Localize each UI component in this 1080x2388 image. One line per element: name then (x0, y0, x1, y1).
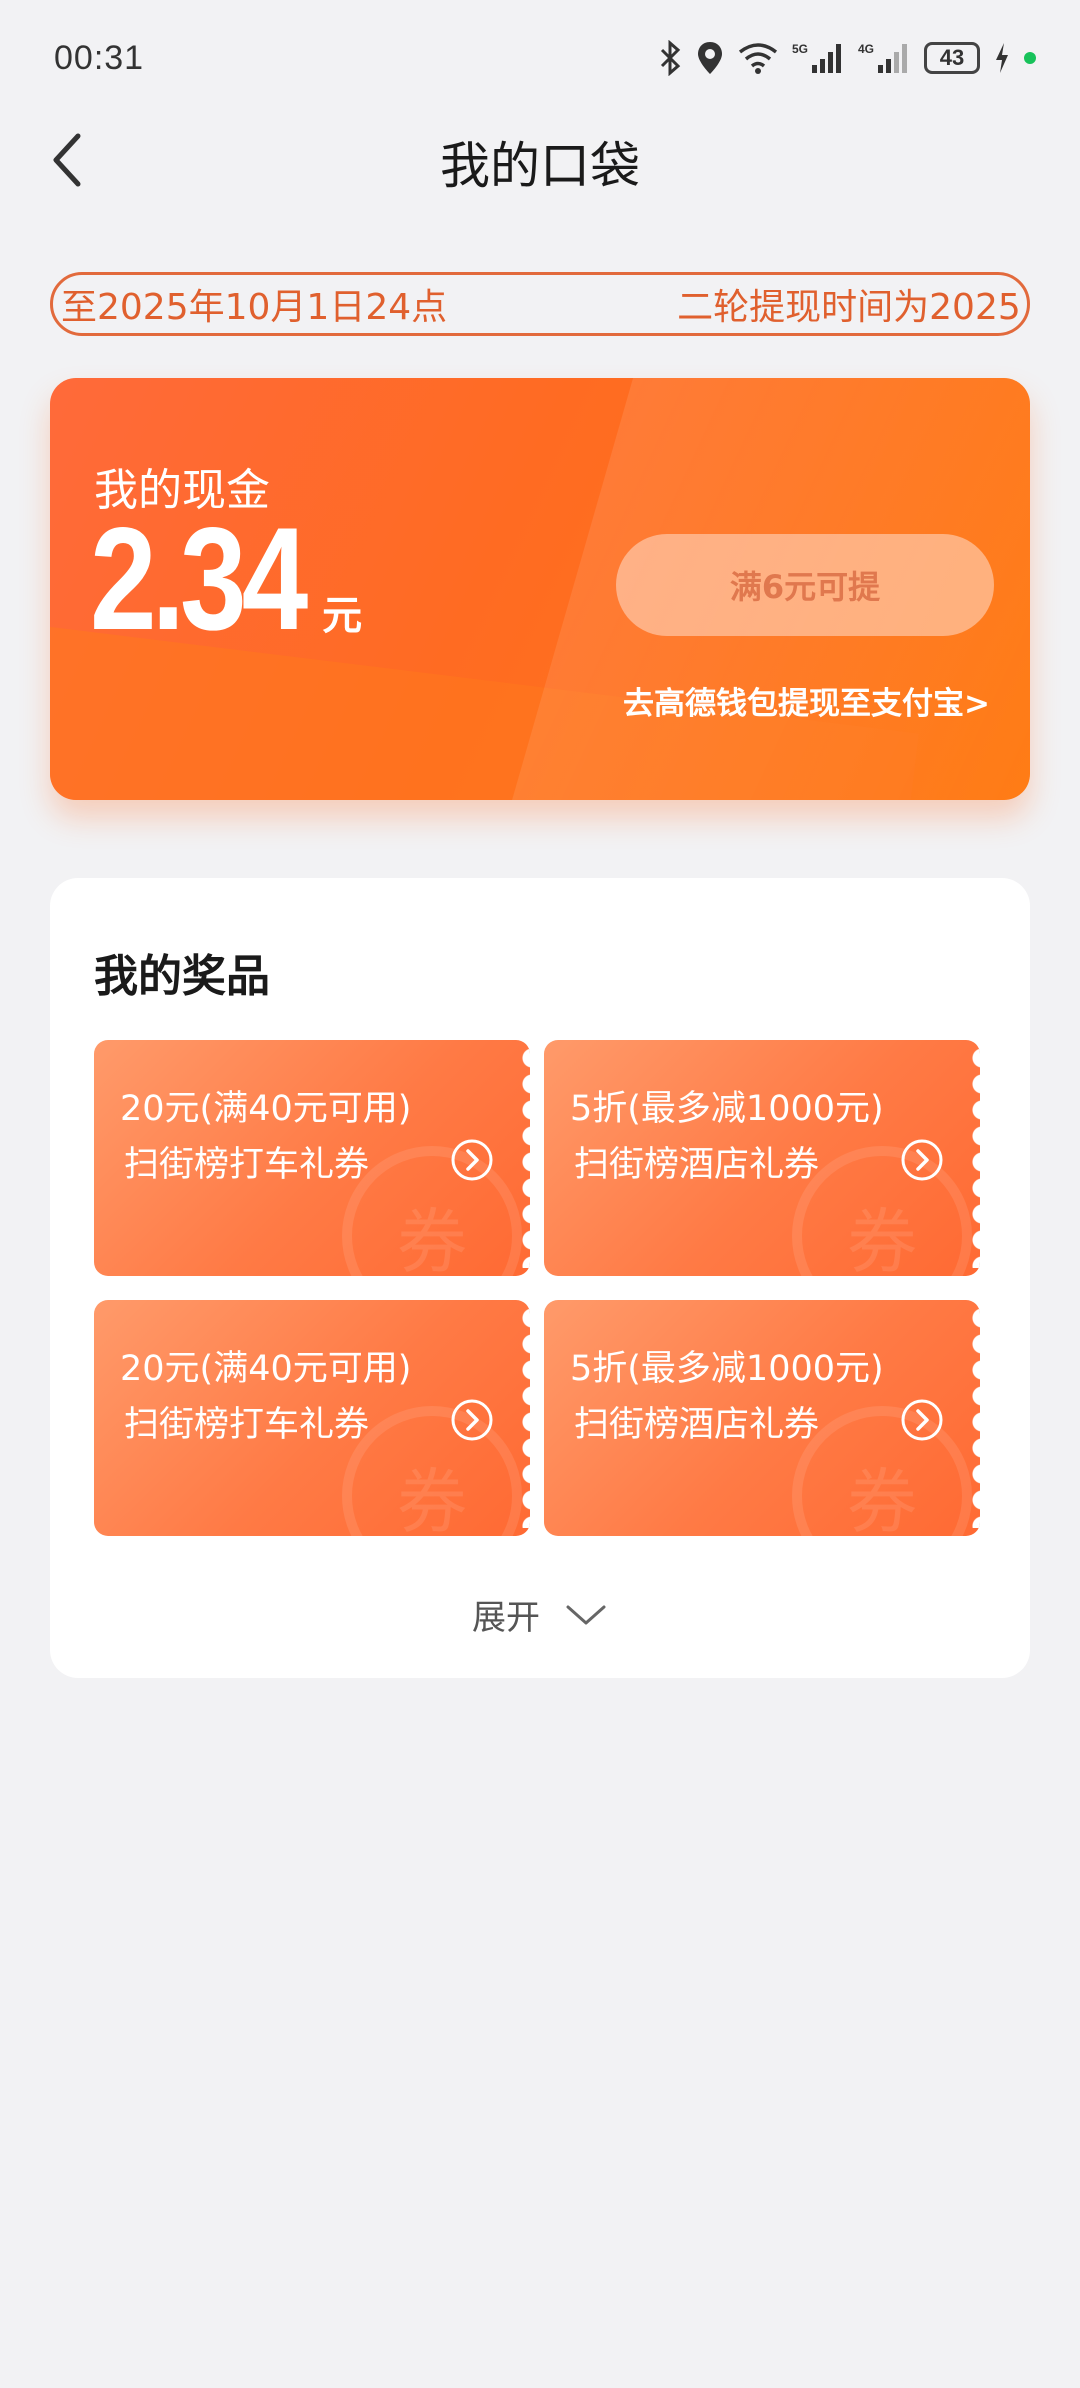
cash-amount: 2.34 元 (90, 506, 362, 652)
cash-amount-unit: 元 (322, 593, 363, 639)
expand-label: 展开 (472, 1598, 540, 1638)
coupon-name: 扫街榜打车礼券 (124, 1145, 370, 1185)
withdraw-button[interactable]: 满6元可提 (616, 534, 994, 636)
page-title: 我的口袋 (440, 137, 640, 195)
bluetooth-icon (658, 40, 682, 76)
coupon-value: 20元(满40元可用) (120, 1089, 412, 1129)
svg-text:4G: 4G (858, 42, 874, 56)
prizes-title: 我的奖品 (94, 951, 270, 1002)
coupon-card[interactable]: 券 5折(最多减1000元) 扫街榜酒店礼券 (544, 1300, 980, 1536)
chevron-right-circle-icon (901, 1139, 943, 1181)
coupon-card[interactable]: 券 20元(满40元可用) 扫街榜打车礼券 (94, 1300, 530, 1536)
wifi-icon (738, 42, 778, 74)
notice-text: 至2025年10月1日24点 二轮提现时间为2025 (53, 278, 1021, 330)
coupon-value: 5折(最多减1000元) (570, 1349, 884, 1389)
charging-icon (994, 43, 1010, 73)
cash-amount-value: 2.34 (90, 497, 308, 660)
notice-text-right: 二轮提现时间为2025 (677, 287, 1021, 328)
notice-marquee: 至2025年10月1日24点 二轮提现时间为2025 (50, 272, 1030, 336)
nav-bar: 我的口袋 (0, 116, 1080, 202)
coupon-value: 5折(最多减1000元) (570, 1089, 884, 1129)
status-bar: 00:31 5G 4G 43 (0, 0, 1080, 116)
location-icon (696, 40, 724, 76)
chevron-right-circle-icon (451, 1139, 493, 1181)
chevron-right-circle-icon (451, 1399, 493, 1441)
svg-text:5G: 5G (792, 42, 808, 56)
coupon-card[interactable]: 券 5折(最多减1000元) 扫街榜酒店礼券 (544, 1040, 980, 1276)
expand-button[interactable]: 展开 (50, 1590, 1030, 1639)
coupon-name: 扫街榜酒店礼券 (574, 1145, 820, 1185)
coupon-card[interactable]: 券 20元(满40元可用) 扫街榜打车礼券 (94, 1040, 530, 1276)
chevron-down-icon (566, 1605, 606, 1624)
cash-card: 我的现金 2.34 元 满6元可提 去高德钱包提现至支付宝> (50, 378, 1030, 800)
coupon-value: 20元(满40元可用) (120, 1349, 412, 1389)
signal-5g-icon: 5G (792, 41, 844, 75)
status-time: 00:31 (54, 38, 145, 77)
battery-icon: 43 (924, 42, 980, 74)
coupon-name: 扫街榜打车礼券 (124, 1405, 370, 1445)
wallet-withdraw-link[interactable]: 去高德钱包提现至支付宝> (623, 678, 990, 723)
notice-text-left: 至2025年10月1日24点 (61, 287, 448, 328)
chevron-right-circle-icon (901, 1399, 943, 1441)
signal-4g-icon: 4G (858, 41, 910, 75)
prizes-card: 我的奖品 券 20元(满40元可用) 扫街榜打车礼券 券 5折(最多减1000元… (50, 878, 1030, 1678)
status-icons: 5G 4G 43 (658, 40, 1036, 76)
coupon-name: 扫街榜酒店礼券 (574, 1405, 820, 1445)
status-dot (1024, 52, 1036, 64)
